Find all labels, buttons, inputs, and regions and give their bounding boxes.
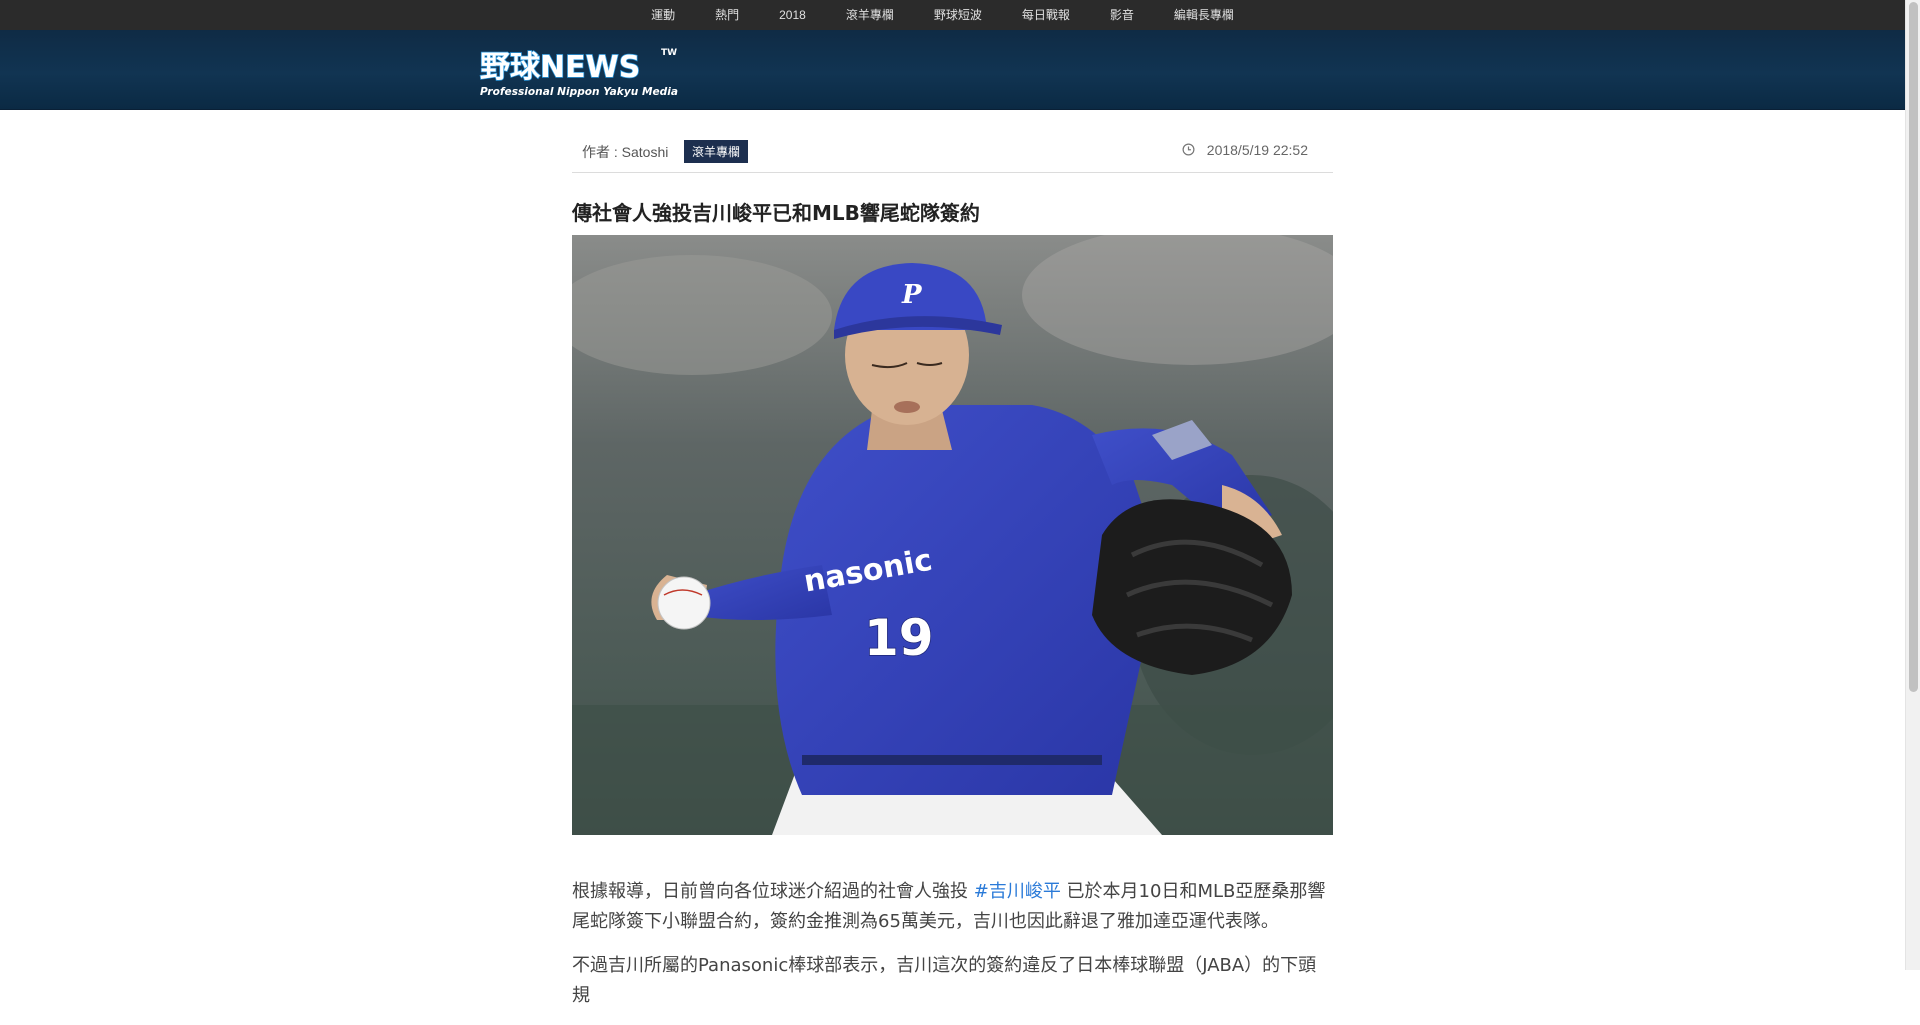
nav-item-daily-report[interactable]: 每日戰報 [1022, 0, 1070, 30]
paragraph-2: 不過吉川所屬的Panasonic棒球部表示，吉川這次的簽約違反了日本棒球聯盟（J… [572, 955, 1317, 1006]
nav-item-video[interactable]: 影音 [1110, 0, 1134, 30]
nav-item-column[interactable]: 滾羊專欄 [846, 0, 894, 30]
paragraph-1: 根據報導，日前曾向各位球迷介紹過的社會人強投 #吉川峻平 已於本月10日和MLB… [572, 877, 1333, 937]
pitcher-photo: P nasonic 19 [572, 235, 1333, 835]
nav-item-2018[interactable]: 2018 [779, 0, 806, 30]
publish-date-text: 2018/5/19 22:52 [1206, 142, 1308, 158]
scrollbar-thumb[interactable] [1909, 2, 1918, 692]
clock-icon [1182, 143, 1195, 156]
paragraph-1-before: 根據報導，日前曾向各位球迷介紹過的社會人強投 [572, 881, 974, 902]
article-title: 傳社會人強投吉川峻平已和MLB響尾蛇隊簽約 [572, 201, 980, 225]
article-photo: P nasonic 19 [572, 235, 1333, 835]
nav-item-short-news[interactable]: 野球短波 [934, 0, 982, 30]
category-badge[interactable]: 滾羊專欄 [684, 140, 749, 163]
cap-logo: P [901, 280, 923, 310]
logo-tagline: Professional Nippon Yakyu Media [480, 86, 678, 98]
nav-item-hot[interactable]: 熱門 [715, 0, 739, 30]
top-navigation: 運動 熱門 2018 滾羊專欄 野球短波 每日戰報 影音 編輯長專欄 [0, 0, 1905, 30]
logo-graphic: 野球NEWS TW Professional Nippon Yakyu Medi… [479, 48, 678, 98]
nav-item-sports[interactable]: 運動 [651, 0, 675, 30]
hashtag-link[interactable]: #吉川峻平 [974, 881, 1061, 902]
article: 作者 : Satoshi 滾羊專欄 2018/5/19 22:52 傳社會人強投… [572, 110, 1333, 1025]
publish-date: 2018/5/19 22:52 [1182, 142, 1308, 158]
article-body: 根據報導，日前曾向各位球迷介紹過的社會人強投 #吉川峻平 已於本月10日和MLB… [572, 877, 1333, 1011]
logo-tw-text: TW [661, 48, 677, 58]
logo-main-text: 野球NEWS [480, 50, 640, 85]
author-label: 作者 : Satoshi [582, 144, 669, 160]
nav-item-editor-column[interactable]: 編輯長專欄 [1174, 0, 1234, 30]
article-meta: 作者 : Satoshi 滾羊專欄 2018/5/19 22:52 [572, 110, 1333, 173]
site-header: 野球NEWS TW Professional Nippon Yakyu Medi… [0, 30, 1905, 110]
jersey-number: 19 [864, 609, 934, 667]
scrollbar[interactable] [1905, 0, 1920, 970]
site-logo[interactable]: 野球NEWS TW Professional Nippon Yakyu Medi… [478, 43, 682, 99]
